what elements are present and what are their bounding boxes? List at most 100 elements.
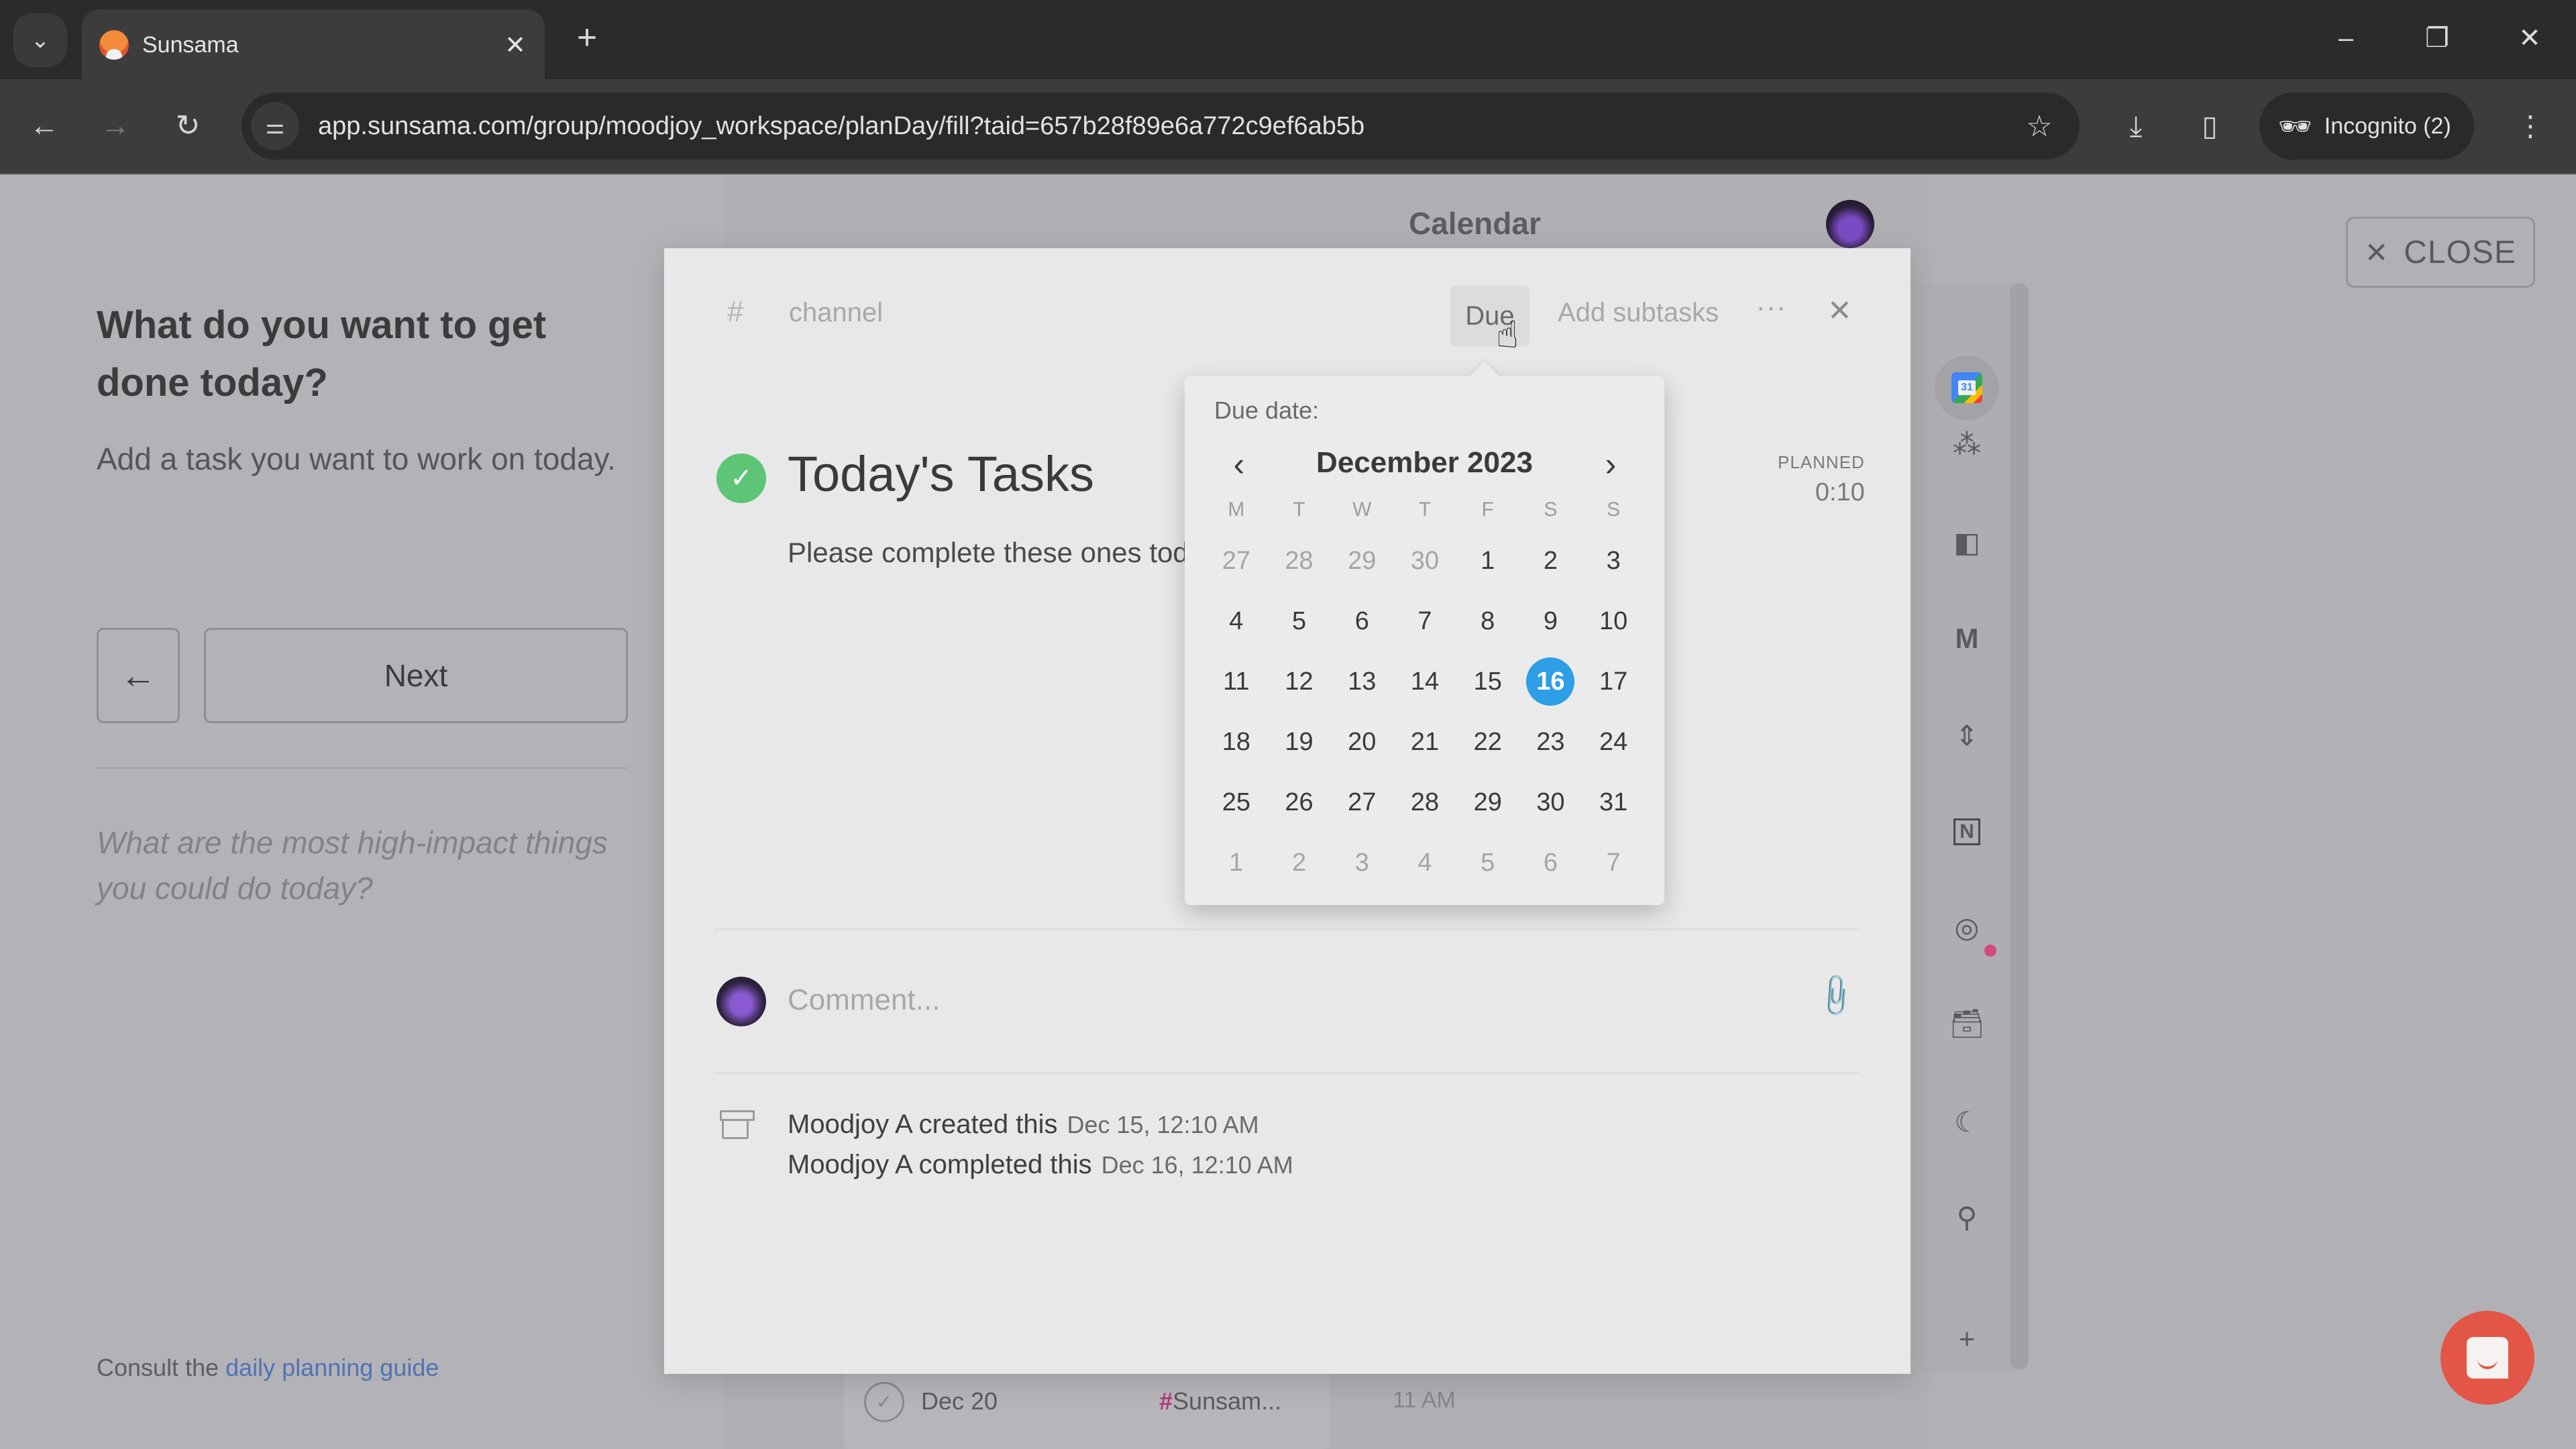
day-number: 14 [1410,667,1440,696]
minimize-icon: – [2338,23,2354,53]
next-month-button[interactable]: › [1587,441,1634,488]
channel-selector[interactable]: channel [789,298,883,328]
calendar-day[interactable]: 19 [1268,712,1331,772]
rail-goals[interactable]: ◎ [1940,900,1994,954]
incognito-profile-button[interactable]: 🕶 Incognito (2) [2259,93,2474,160]
restore-button[interactable]: ❐ [2407,15,2467,62]
rail-archive[interactable]: 🗃 [1940,997,1994,1051]
tab-search-button[interactable]: ⌄ [13,13,67,67]
rail-scrollbar[interactable] [2010,283,2029,1370]
task-description[interactable]: Please complete these ones tod [788,537,1189,569]
more-options-icon[interactable]: ··· [1756,292,1787,323]
calendar-day[interactable]: 10 [1582,591,1645,651]
calendar-day[interactable]: 15 [1456,651,1519,712]
calendar-day[interactable]: 28 [1268,531,1331,591]
calendar-day[interactable]: 29 [1330,531,1393,591]
calendar-day[interactable]: 24 [1582,712,1645,772]
restore-icon: ❐ [2425,23,2449,53]
calendar-day[interactable]: 1 [1456,531,1519,591]
calendar-day[interactable]: 7 [1393,591,1456,651]
rail-notion[interactable]: N [1940,805,1994,859]
back-button[interactable]: ← [17,99,71,153]
calendar-day[interactable]: 2 [1519,531,1582,591]
calendar-day[interactable]: 28 [1393,772,1456,833]
day-number: 7 [1417,606,1432,635]
calendar-day[interactable]: 31 [1582,772,1645,833]
calendar-day[interactable]: 27 [1330,772,1393,833]
calendar-day[interactable]: 5 [1268,591,1331,651]
url-text[interactable]: app.sunsama.com/group/moodjoy_workspace/… [318,112,2012,141]
rail-google-calendar[interactable]: 31 [1935,356,1999,420]
daily-planning-guide-link[interactable]: daily planning guide [225,1354,439,1381]
tab-close-icon[interactable]: ✕ [495,30,535,60]
star-icon[interactable]: ☆ [2012,109,2066,144]
calendar-task-card[interactable]: ✓ Dec 20 #Sunsam... [844,1364,1330,1449]
due-date-label: Due date: [1214,396,1320,424]
calendar-day[interactable]: 25 [1205,772,1268,833]
complete-checkbox[interactable]: ✓ [864,1382,904,1422]
planned-time[interactable]: PLANNED 0:10 [1778,452,1865,507]
rail-shutdown[interactable]: ☾ [1940,1095,1994,1148]
browser-menu-button[interactable]: ⋮ [2504,99,2557,153]
prev-month-button[interactable]: ‹ [1216,441,1263,488]
browser-tab[interactable]: Sunsama ✕ [82,9,545,80]
support-chat-button[interactable] [2440,1311,2534,1405]
forward-button[interactable]: → [89,99,142,153]
calendar-day[interactable]: 22 [1456,712,1519,772]
rail-trello[interactable]: ◧ [1940,515,1994,569]
rail-gmail[interactable]: M [1940,612,1994,665]
calendar-day[interactable]: 21 [1393,712,1456,772]
minimize-button[interactable]: – [2316,15,2376,62]
calendar-day[interactable]: 2 [1268,833,1331,893]
calendar-day[interactable]: 9 [1519,591,1582,651]
calendar-day[interactable]: 30 [1393,531,1456,591]
tune-icon[interactable]: ⚌ [251,102,299,150]
rail-asana[interactable]: ⁂ [1940,417,1994,471]
calendar-day[interactable]: 1 [1205,833,1268,893]
next-button[interactable]: Next [204,628,628,723]
calendar-day[interactable]: 4 [1205,591,1268,651]
calendar-day[interactable]: 18 [1205,712,1268,772]
rail-add[interactable]: + [1940,1312,1994,1366]
modal-close-icon[interactable]: ✕ [1827,294,1852,328]
rail-linear[interactable]: ⇕ [1940,708,1994,762]
rail-search[interactable]: ⚲ [1940,1190,1994,1244]
calendar-day[interactable]: 11 [1205,651,1268,712]
close-window-button[interactable]: ✕ [2500,15,2560,62]
calendar-day[interactable]: 4 [1393,833,1456,893]
new-tab-button[interactable]: + [567,17,607,58]
calendar-day[interactable]: 3 [1330,833,1393,893]
calendar-day[interactable]: 27 [1205,531,1268,591]
side-panel-button[interactable]: ▯ [2183,99,2237,153]
chat-icon [2467,1337,2508,1379]
user-avatar[interactable] [1826,200,1874,248]
reload-button[interactable]: ↻ [161,99,215,153]
task-complete-check[interactable]: ✓ [716,453,766,503]
day-number: 17 [1599,667,1628,696]
back-step-button[interactable]: ← [97,628,180,723]
calendar-day[interactable]: 8 [1456,591,1519,651]
calendar-day[interactable]: 29 [1456,772,1519,833]
calendar-day[interactable]: 23 [1519,712,1582,772]
calendar-day[interactable]: 20 [1330,712,1393,772]
calendar-day[interactable]: 30 [1519,772,1582,833]
calendar-day[interactable]: 12 [1268,651,1331,712]
calendar-day-selected[interactable]: 16 [1519,651,1582,712]
comment-input[interactable]: Comment... [788,983,940,1017]
task-title[interactable]: Today's Tasks [788,445,1094,502]
add-subtasks-button[interactable]: Add subtasks [1558,298,1719,328]
paperclip-icon[interactable]: 📎 [1811,970,1862,1021]
calendar-day[interactable]: 17 [1582,651,1645,712]
calendar-day[interactable]: 13 [1330,651,1393,712]
calendar-day[interactable]: 6 [1330,591,1393,651]
calendar-day[interactable]: 5 [1456,833,1519,893]
download-button[interactable]: ⤓ [2109,99,2163,153]
calendar-day[interactable]: 6 [1519,833,1582,893]
address-bar[interactable]: ⚌ app.sunsama.com/group/moodjoy_workspac… [241,93,2080,160]
calendar-day[interactable]: 3 [1582,531,1645,591]
moon-stars-icon: ☾ [1954,1106,1980,1138]
calendar-day[interactable]: 26 [1268,772,1331,833]
calendar-day[interactable]: 7 [1582,833,1645,893]
close-button[interactable]: ✕ CLOSE [2346,217,2535,288]
calendar-day[interactable]: 14 [1393,651,1456,712]
